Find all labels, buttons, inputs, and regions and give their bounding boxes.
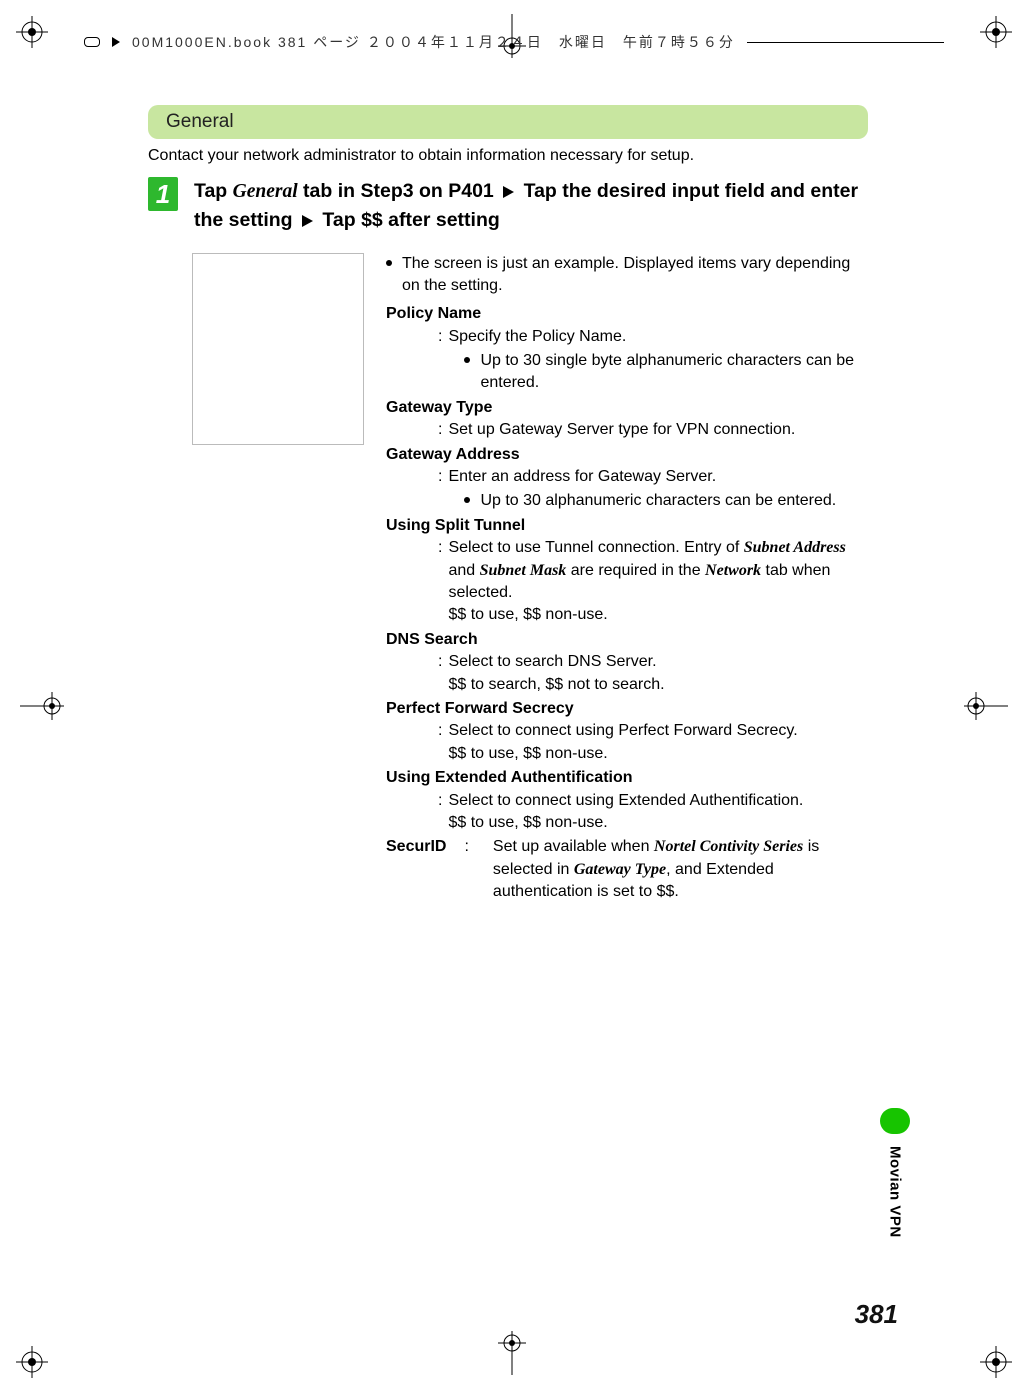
gwaddr-desc: Enter an address for Gateway Server. Up …	[448, 466, 868, 513]
crop-mark-bl	[16, 1346, 48, 1378]
bullet-icon	[464, 497, 470, 503]
pfs-desc: Select to connect using Perfect Forward …	[448, 720, 868, 765]
colon: :	[464, 836, 468, 903]
term-gateway-type: Gateway Type	[386, 397, 868, 419]
crop-mark-tr	[980, 16, 1012, 48]
dns-desc: Select to search DNS Server. $$ to searc…	[448, 651, 868, 696]
term-policy-name: Policy Name	[386, 303, 868, 325]
policy-sub: Up to 30 single byte alphanumeric charac…	[480, 350, 868, 395]
definitions: The screen is just an example. Displayed…	[386, 253, 868, 904]
colon: :	[438, 466, 442, 513]
policy-desc: Specify the Policy Name. Up to 30 single…	[448, 326, 868, 395]
dns-desc-text: Select to search DNS Server.	[448, 653, 656, 670]
screenshot-placeholder	[192, 253, 364, 445]
crop-mark-br	[980, 1346, 1012, 1378]
split-subnetmask: Subnet Mask	[480, 562, 567, 579]
split-line2: $$ to use, $$ non-use.	[448, 604, 868, 626]
term-dns-search: DNS Search	[386, 629, 868, 651]
securid-pre: Set up available when	[493, 838, 654, 855]
split-pre: Select to use Tunnel connection. Entry o…	[448, 539, 743, 556]
term-gateway-address: Gateway Address	[386, 444, 868, 466]
securid-nortel: Nortel Contivity Series	[654, 838, 803, 855]
reg-mark-bottom	[496, 1331, 528, 1380]
arrow-icon	[302, 215, 313, 227]
colon: :	[438, 326, 442, 395]
side-tab: Movian VPN	[880, 1108, 910, 1238]
arrow-icon	[503, 186, 514, 198]
term-securid: SecurID	[386, 836, 446, 903]
page-header: 00M1000EN.book 381 ページ ２００４年１１月２４日 水曜日 午…	[84, 32, 944, 52]
securid-gwtype: Gateway Type	[574, 861, 666, 878]
bullet-icon	[386, 260, 392, 266]
dns-line2: $$ to search, $$ not to search.	[448, 674, 868, 696]
term-split-tunnel: Using Split Tunnel	[386, 515, 868, 537]
header-pill-icon	[84, 37, 100, 47]
split-mid2: are required in the	[566, 562, 705, 579]
section-intro: Contact your network administrator to ob…	[148, 147, 868, 165]
colon: :	[438, 419, 442, 441]
header-arrow-icon	[112, 37, 120, 47]
xauth-desc-text: Select to connect using Extended Authent…	[448, 792, 803, 809]
gwaddr-sub: Up to 30 alphanumeric characters can be …	[480, 490, 836, 512]
step-1: 1 Tap General tab in Step3 on P401 Tap t…	[148, 177, 868, 235]
term-xauth: Using Extended Authentification	[386, 767, 868, 789]
page-content: General Contact your network administrat…	[148, 105, 868, 903]
page-number: 381	[855, 1299, 898, 1330]
step-general-label: General	[233, 181, 298, 202]
pfs-desc-text: Select to connect using Perfect Forward …	[448, 722, 797, 739]
note-text: The screen is just an example. Displayed…	[402, 253, 868, 298]
step-pre: Tap	[194, 180, 233, 202]
body-area: The screen is just an example. Displayed…	[148, 253, 868, 904]
step-post: Tap $$ after setting	[317, 209, 500, 231]
side-tab-label: Movian VPN	[887, 1146, 904, 1238]
securid-desc: Set up available when Nortel Contivity S…	[493, 836, 868, 903]
bullet-icon	[464, 357, 470, 363]
pfs-line2: $$ to use, $$ non-use.	[448, 743, 868, 765]
colon: :	[438, 790, 442, 835]
term-pfs: Perfect Forward Secrecy	[386, 698, 868, 720]
xauth-desc: Select to connect using Extended Authent…	[448, 790, 868, 835]
step-instruction: Tap General tab in Step3 on P401 Tap the…	[194, 177, 868, 235]
section-heading: General	[148, 105, 868, 139]
policy-desc-text: Specify the Policy Name.	[448, 328, 626, 345]
split-network: Network	[705, 562, 761, 579]
securid-row: SecurID : Set up available when Nortel C…	[386, 836, 868, 903]
xauth-line2: $$ to use, $$ non-use.	[448, 812, 868, 834]
colon: :	[438, 651, 442, 696]
colon: :	[438, 537, 442, 627]
crop-mark-tl	[16, 16, 48, 48]
header-filename: 00M1000EN.book 381 ページ ２００４年１１月２４日 水曜日 午…	[132, 32, 735, 52]
step-mid1: tab in Step3 on P401	[298, 180, 500, 202]
reg-mark-left	[20, 690, 64, 727]
header-line	[747, 42, 944, 43]
step-number-badge: 1	[148, 177, 178, 211]
note-bullet: The screen is just an example. Displayed…	[386, 253, 868, 298]
split-subnetaddr: Subnet Address	[744, 539, 846, 556]
split-mid: and	[448, 562, 479, 579]
side-tab-color	[880, 1108, 910, 1134]
gwtype-desc: Set up Gateway Server type for VPN conne…	[448, 421, 795, 438]
colon: :	[438, 720, 442, 765]
reg-mark-right	[964, 690, 1008, 727]
split-desc: Select to use Tunnel connection. Entry o…	[448, 537, 868, 627]
gwaddr-desc-text: Enter an address for Gateway Server.	[448, 468, 716, 485]
